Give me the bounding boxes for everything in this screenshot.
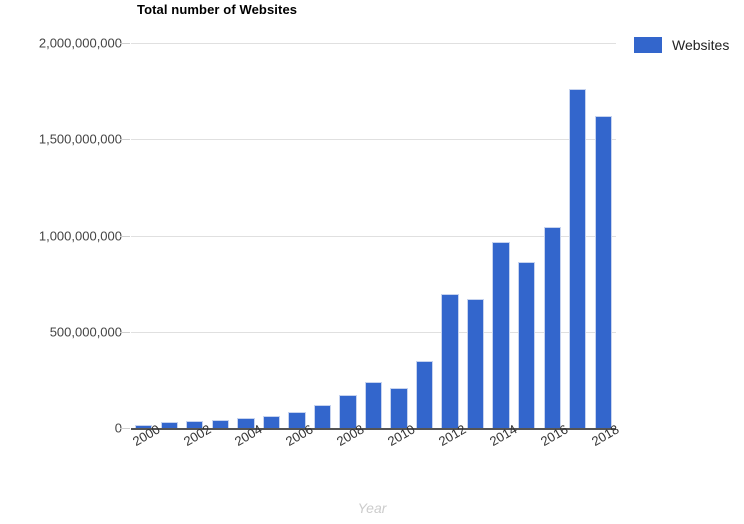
y-axis-tick <box>120 331 130 333</box>
chart-title: Total number of Websites <box>137 2 298 17</box>
bar-2012[interactable] <box>441 293 459 428</box>
y-axis-tick <box>120 43 130 44</box>
bar-2018[interactable] <box>594 116 612 428</box>
bar-2007[interactable] <box>313 404 332 428</box>
bar-2010[interactable] <box>390 388 408 428</box>
chart-legend: Websites <box>634 37 729 53</box>
bar-2005[interactable] <box>262 415 281 428</box>
websites-bar-chart: Total number of Websites Websites 0 500,0… <box>0 0 744 524</box>
y-axis-tick-label: 1,000,000,000 <box>38 228 122 243</box>
bar-2013[interactable] <box>466 298 485 428</box>
x-axis-title: Year <box>357 500 387 516</box>
bar-2009[interactable] <box>364 382 383 428</box>
y-axis-tick <box>120 235 130 237</box>
bars-layer <box>131 43 616 428</box>
bar-2017[interactable] <box>569 89 587 428</box>
y-axis-tick-label: 1,500,000,000 <box>38 131 122 147</box>
legend-swatch-websites <box>634 37 662 53</box>
y-axis-tick-label: 500,000,000 <box>49 324 122 340</box>
legend-label-websites: Websites <box>672 37 730 53</box>
bar-2015[interactable] <box>517 261 536 428</box>
y-axis-tick <box>120 139 130 141</box>
y-axis-tick-label: 2,000,000,000 <box>38 35 122 51</box>
plot-area <box>131 43 616 430</box>
bar-2003[interactable] <box>211 420 229 428</box>
bar-2014[interactable] <box>492 241 510 428</box>
bar-2011[interactable] <box>415 361 434 428</box>
bar-2016[interactable] <box>543 226 561 428</box>
y-axis-tick <box>120 428 130 429</box>
